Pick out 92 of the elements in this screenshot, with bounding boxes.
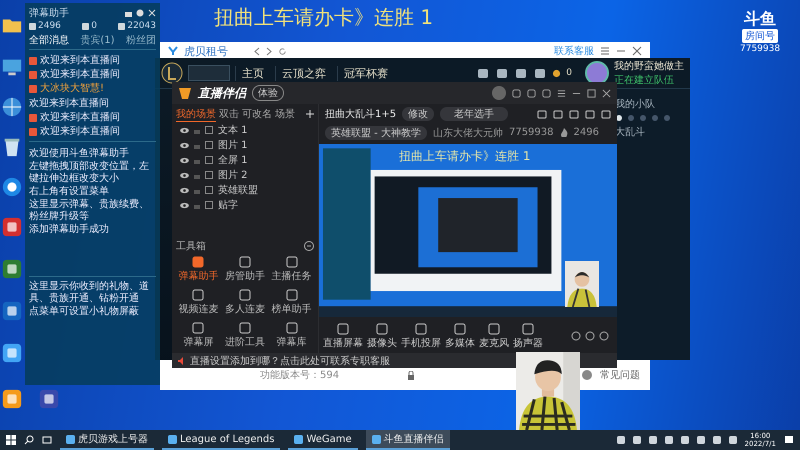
source-item[interactable]: 英雄联盟 [218,183,258,197]
preview-title: 扭曲上车请办卡》连胜 1 [399,148,530,165]
control-label: 摄像头 [367,336,397,350]
tool-button[interactable]: 榜单助手 [269,287,314,318]
player-name: 我的野蛮她做主 [614,60,684,73]
tool-button[interactable]: 多人连麦 [222,287,268,318]
chat-tab[interactable]: 全部消息 [29,33,69,47]
help-link[interactable]: 常见问题 [600,368,640,382]
help-text: 这里显示弹幕、贵族续费、粉丝牌升级等 [29,199,150,223]
nav-tab[interactable]: 云顶之弈 [275,66,332,80]
control-label: 扬声器 [513,336,543,350]
nav-tab[interactable]: 主页 [235,66,270,80]
control-label: 多媒体 [445,336,475,350]
room-number: 7759938 [740,44,780,54]
source-item[interactable]: 图片 1 [218,138,248,152]
tool-label: 弹幕库 [276,336,307,349]
chat-tab[interactable]: 粉丝团 [126,33,156,47]
tool-label: 榜单助手 [272,302,312,316]
welcome-message: 欢迎来到本直播间 [40,126,120,138]
support-link[interactable]: 联系客服 [554,44,594,58]
room-label: 房间号 [742,29,778,43]
help-text: 欢迎使用斗鱼弹幕助手 [29,148,130,160]
tool-button[interactable]: 视频连麦 [176,287,221,318]
stat-value: 22043 [127,21,156,31]
tool-button[interactable]: 进阶工具 [222,320,268,351]
taskbar-app[interactable]: 虎贝游戏上号器 [60,430,154,450]
category-field[interactable]: 英雄联盟 - 大神教学 [325,126,427,140]
source-item[interactable]: 全屏 1 [218,153,248,167]
currency-amount: 0 [566,68,572,78]
welcome-message: 欢迎来到本直播间 [29,98,109,110]
user-name: 大冰块大智慧! [40,83,104,95]
control-button[interactable]: 摄像头 [367,322,397,350]
control-button[interactable]: 直播屏幕 [323,322,363,350]
source-item[interactable]: 贴字 [218,198,238,212]
panel-title: 弹幕助手 [29,6,69,20]
scene-tab[interactable]: 可改名 [242,107,272,121]
control-button[interactable]: 多媒体 [445,322,475,350]
nav-tab[interactable]: 冠军杯赛 [337,66,394,80]
version-text: 功能版本号：594 [260,368,340,382]
edit-button[interactable]: 修改 [402,106,434,120]
scene-tab[interactable]: 我的场景 [176,106,216,122]
control-label: 麦克风 [479,336,509,350]
chat-tab[interactable]: 贵宾(1) [80,33,115,47]
taskbar-app[interactable]: WeGame [288,430,358,450]
taskbar-app[interactable]: League of Legends [162,430,280,450]
welcome-message: 欢迎来到本直播间 [40,55,120,67]
app-label: 虎贝游戏上号器 [78,432,148,446]
control-label: 手机投屏 [401,336,441,350]
stream-title: 扭曲上车请办卡》连胜 1 [214,4,434,31]
stat-value: 0 [91,21,97,31]
source-item[interactable]: 文本 1 [218,123,248,137]
tool-button[interactable]: 弹幕屏 [176,320,221,351]
tool-label: 多人连麦 [224,302,265,316]
help-text: 添加弹幕助手成功 [29,224,110,236]
app-label: League of Legends [180,434,274,444]
stat-value: 2496 [38,21,61,31]
source-item[interactable]: 图片 2 [218,168,248,182]
app-label: WeGame [306,434,352,444]
help-text: 右上角有设置菜单 [29,186,110,198]
tool-button[interactable]: 弹幕助手 [176,254,221,285]
tag-field[interactable]: 老年选手 [440,106,508,120]
help-text: 左键拖拽顶部改变位置，左键拉伸边框改变大小 [29,161,150,185]
tool-button[interactable]: 主播任务 [269,254,314,285]
control-button[interactable]: 麦克风 [479,322,509,350]
version-badge: 体验 [252,85,284,101]
tool-label: 弹幕助手 [178,270,218,283]
tool-label: 主播任务 [272,270,312,283]
app-logo-text: 直播伴侣 [198,84,246,102]
help-text: 这里显示你收到的礼物、道具、贵族开通、钻粉开通 [29,281,150,305]
room-id: 7759938 [508,127,554,138]
window-title: 虎贝租号 [184,44,228,58]
host-name: 山东大佬大元帅 [432,126,503,140]
tool-label: 进阶工具 [224,336,265,349]
help-text: 点菜单可设置小礼物屏蔽 [29,306,140,318]
control-button[interactable]: 手机投屏 [401,322,441,350]
scene-tab[interactable]: 双击 [219,107,239,121]
tool-label: 房管助手 [224,270,265,283]
tool-label: 视频连麦 [178,302,218,316]
welcome-message: 欢迎来到本直播间 [40,69,120,81]
room-title: 扭曲大乱斗1+5 [325,108,396,120]
app-label: 斗鱼直播伴侣 [384,432,444,446]
tool-button[interactable]: 房管助手 [222,254,268,285]
section-title: 工具箱 [176,240,206,253]
tool-label: 弹幕屏 [183,336,214,349]
taskbar-app[interactable]: 斗鱼直播伴侣 [366,430,450,450]
control-button[interactable]: 扬声器 [513,322,543,350]
welcome-message: 欢迎来到本直播间 [40,112,120,124]
scene-tab[interactable]: 场景 [275,107,295,121]
control-label: 直播屏幕 [323,336,363,350]
logo-text: 斗鱼 [744,10,776,28]
popularity-count: 2496 [574,127,599,138]
tool-button[interactable]: 弹幕库 [269,320,314,351]
